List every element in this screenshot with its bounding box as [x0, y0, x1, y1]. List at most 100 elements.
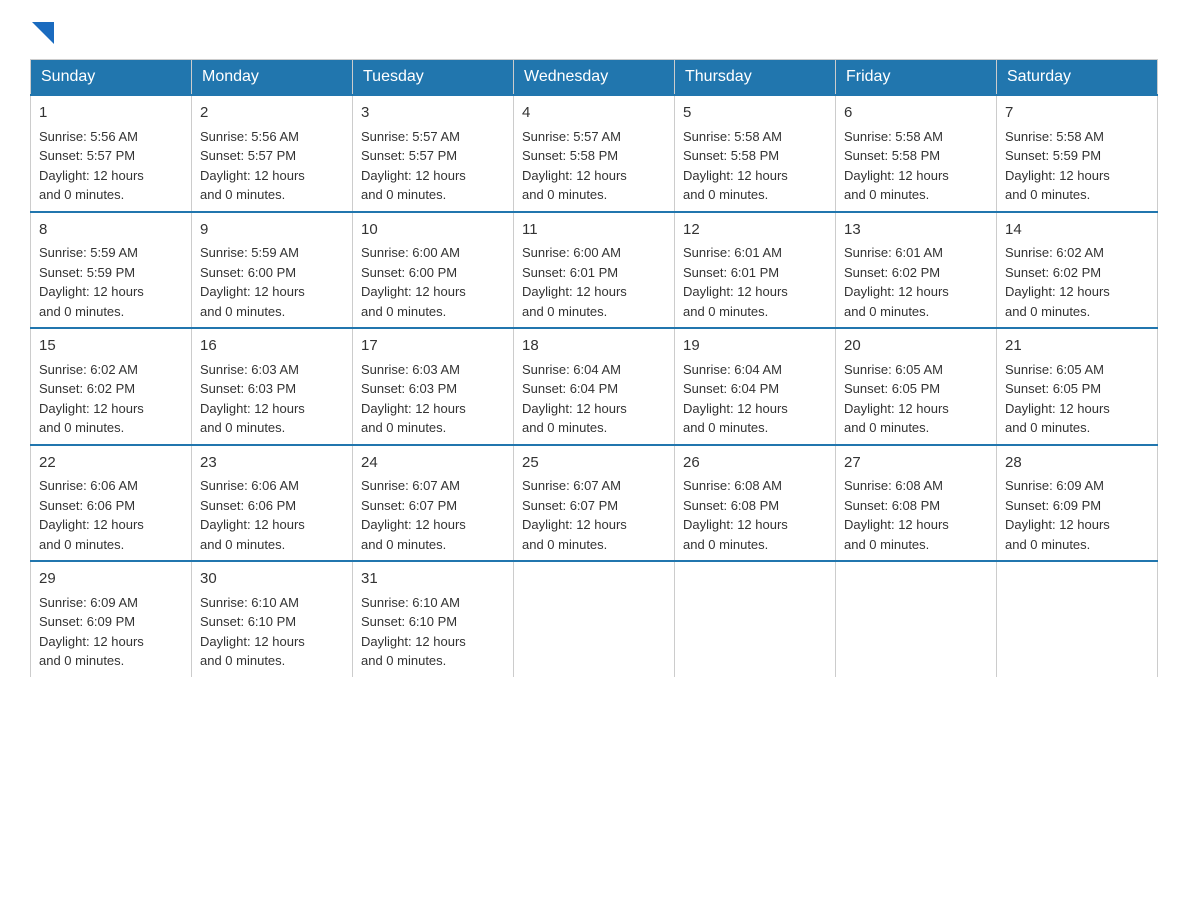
day-number: 12: [683, 219, 827, 242]
day-number: 19: [683, 335, 827, 358]
calendar-cell: 29 Sunrise: 6:09 AMSunset: 6:09 PMDayligh…: [31, 561, 192, 677]
day-number: 30: [200, 568, 344, 591]
cell-info: Sunrise: 6:03 AMSunset: 6:03 PMDaylight:…: [361, 362, 466, 436]
cell-info: Sunrise: 6:04 AMSunset: 6:04 PMDaylight:…: [683, 362, 788, 436]
day-number: 2: [200, 102, 344, 125]
cell-info: Sunrise: 5:56 AMSunset: 5:57 PMDaylight:…: [39, 129, 144, 203]
day-number: 3: [361, 102, 505, 125]
cell-info: Sunrise: 5:57 AMSunset: 5:58 PMDaylight:…: [522, 129, 627, 203]
cell-info: Sunrise: 5:59 AMSunset: 5:59 PMDaylight:…: [39, 245, 144, 319]
day-number: 7: [1005, 102, 1149, 125]
day-number: 11: [522, 219, 666, 242]
cell-info: Sunrise: 6:08 AMSunset: 6:08 PMDaylight:…: [844, 478, 949, 552]
column-header-sunday: Sunday: [31, 60, 192, 96]
cell-info: Sunrise: 6:07 AMSunset: 6:07 PMDaylight:…: [522, 478, 627, 552]
day-number: 27: [844, 452, 988, 475]
cell-info: Sunrise: 6:06 AMSunset: 6:06 PMDaylight:…: [39, 478, 144, 552]
cell-info: Sunrise: 6:01 AMSunset: 6:01 PMDaylight:…: [683, 245, 788, 319]
column-header-monday: Monday: [192, 60, 353, 96]
column-header-saturday: Saturday: [997, 60, 1158, 96]
day-number: 22: [39, 452, 183, 475]
calendar-week-row: 1 Sunrise: 5:56 AMSunset: 5:57 PMDaylight…: [31, 95, 1158, 212]
day-number: 4: [522, 102, 666, 125]
day-number: 5: [683, 102, 827, 125]
calendar-cell: 5 Sunrise: 5:58 AMSunset: 5:58 PMDaylight…: [675, 95, 836, 212]
calendar-cell: 24 Sunrise: 6:07 AMSunset: 6:07 PMDayligh…: [353, 445, 514, 562]
cell-info: Sunrise: 6:05 AMSunset: 6:05 PMDaylight:…: [844, 362, 949, 436]
calendar-cell: 18Sunrise: 6:04 AMSunset: 6:04 PMDayligh…: [514, 328, 675, 445]
page-header: [30, 20, 1158, 49]
calendar-cell: 3 Sunrise: 5:57 AMSunset: 5:57 PMDaylight…: [353, 95, 514, 212]
cell-info: Sunrise: 6:01 AMSunset: 6:02 PMDaylight:…: [844, 245, 949, 319]
calendar-cell: 17 Sunrise: 6:03 AMSunset: 6:03 PMDayligh…: [353, 328, 514, 445]
cell-info: Sunrise: 5:59 AMSunset: 6:00 PMDaylight:…: [200, 245, 305, 319]
cell-info: Sunrise: 6:06 AMSunset: 6:06 PMDaylight:…: [200, 478, 305, 552]
calendar-cell: 1 Sunrise: 5:56 AMSunset: 5:57 PMDaylight…: [31, 95, 192, 212]
calendar-cell: 25Sunrise: 6:07 AMSunset: 6:07 PMDayligh…: [514, 445, 675, 562]
cell-info: Sunrise: 6:02 AMSunset: 6:02 PMDaylight:…: [1005, 245, 1110, 319]
day-number: 16: [200, 335, 344, 358]
column-header-tuesday: Tuesday: [353, 60, 514, 96]
cell-info: Sunrise: 6:05 AMSunset: 6:05 PMDaylight:…: [1005, 362, 1110, 436]
day-number: 18: [522, 335, 666, 358]
day-number: 14: [1005, 219, 1149, 242]
calendar-cell: 4 Sunrise: 5:57 AMSunset: 5:58 PMDaylight…: [514, 95, 675, 212]
calendar-cell: 26Sunrise: 6:08 AMSunset: 6:08 PMDayligh…: [675, 445, 836, 562]
calendar-week-row: 8Sunrise: 5:59 AMSunset: 5:59 PMDaylight…: [31, 212, 1158, 329]
calendar-cell: [514, 561, 675, 677]
calendar-cell: 7 Sunrise: 5:58 AMSunset: 5:59 PMDaylight…: [997, 95, 1158, 212]
cell-info: Sunrise: 5:58 AMSunset: 5:59 PMDaylight:…: [1005, 129, 1110, 203]
cell-info: Sunrise: 6:10 AMSunset: 6:10 PMDaylight:…: [200, 595, 305, 669]
calendar-week-row: 15 Sunrise: 6:02 AMSunset: 6:02 PMDayligh…: [31, 328, 1158, 445]
calendar-cell: 21 Sunrise: 6:05 AMSunset: 6:05 PMDayligh…: [997, 328, 1158, 445]
calendar-cell: 23 Sunrise: 6:06 AMSunset: 6:06 PMDayligh…: [192, 445, 353, 562]
day-number: 1: [39, 102, 183, 125]
calendar-cell: [836, 561, 997, 677]
cell-info: Sunrise: 6:00 AMSunset: 6:00 PMDaylight:…: [361, 245, 466, 319]
day-number: 6: [844, 102, 988, 125]
calendar-cell: 30 Sunrise: 6:10 AMSunset: 6:10 PMDayligh…: [192, 561, 353, 677]
calendar-cell: 22 Sunrise: 6:06 AMSunset: 6:06 PMDayligh…: [31, 445, 192, 562]
column-header-wednesday: Wednesday: [514, 60, 675, 96]
calendar-cell: [675, 561, 836, 677]
day-number: 9: [200, 219, 344, 242]
cell-info: Sunrise: 6:00 AMSunset: 6:01 PMDaylight:…: [522, 245, 627, 319]
day-number: 13: [844, 219, 988, 242]
cell-info: Sunrise: 6:07 AMSunset: 6:07 PMDaylight:…: [361, 478, 466, 552]
calendar-cell: 19 Sunrise: 6:04 AMSunset: 6:04 PMDayligh…: [675, 328, 836, 445]
calendar-cell: 8Sunrise: 5:59 AMSunset: 5:59 PMDaylight…: [31, 212, 192, 329]
logo-triangle-icon: [32, 22, 54, 44]
day-number: 28: [1005, 452, 1149, 475]
calendar-cell: 12 Sunrise: 6:01 AMSunset: 6:01 PMDayligh…: [675, 212, 836, 329]
calendar-cell: 11 Sunrise: 6:00 AMSunset: 6:01 PMDayligh…: [514, 212, 675, 329]
day-number: 21: [1005, 335, 1149, 358]
calendar-week-row: 22 Sunrise: 6:06 AMSunset: 6:06 PMDayligh…: [31, 445, 1158, 562]
day-number: 29: [39, 568, 183, 591]
logo: [30, 20, 54, 49]
cell-info: Sunrise: 6:02 AMSunset: 6:02 PMDaylight:…: [39, 362, 144, 436]
calendar-cell: 14 Sunrise: 6:02 AMSunset: 6:02 PMDayligh…: [997, 212, 1158, 329]
cell-info: Sunrise: 6:09 AMSunset: 6:09 PMDaylight:…: [39, 595, 144, 669]
calendar-week-row: 29 Sunrise: 6:09 AMSunset: 6:09 PMDayligh…: [31, 561, 1158, 677]
calendar-cell: 2 Sunrise: 5:56 AMSunset: 5:57 PMDaylight…: [192, 95, 353, 212]
day-number: 15: [39, 335, 183, 358]
column-header-thursday: Thursday: [675, 60, 836, 96]
calendar-cell: 6 Sunrise: 5:58 AMSunset: 5:58 PMDaylight…: [836, 95, 997, 212]
cell-info: Sunrise: 5:56 AMSunset: 5:57 PMDaylight:…: [200, 129, 305, 203]
day-number: 20: [844, 335, 988, 358]
calendar-cell: [997, 561, 1158, 677]
column-header-friday: Friday: [836, 60, 997, 96]
calendar-cell: 9 Sunrise: 5:59 AMSunset: 6:00 PMDaylight…: [192, 212, 353, 329]
calendar-cell: 27 Sunrise: 6:08 AMSunset: 6:08 PMDayligh…: [836, 445, 997, 562]
calendar-cell: 16Sunrise: 6:03 AMSunset: 6:03 PMDayligh…: [192, 328, 353, 445]
calendar-cell: 13 Sunrise: 6:01 AMSunset: 6:02 PMDayligh…: [836, 212, 997, 329]
calendar-table: SundayMondayTuesdayWednesdayThursdayFrid…: [30, 59, 1158, 677]
cell-info: Sunrise: 5:57 AMSunset: 5:57 PMDaylight:…: [361, 129, 466, 203]
day-number: 17: [361, 335, 505, 358]
cell-info: Sunrise: 5:58 AMSunset: 5:58 PMDaylight:…: [683, 129, 788, 203]
calendar-cell: 10Sunrise: 6:00 AMSunset: 6:00 PMDayligh…: [353, 212, 514, 329]
day-number: 23: [200, 452, 344, 475]
calendar-cell: 15 Sunrise: 6:02 AMSunset: 6:02 PMDayligh…: [31, 328, 192, 445]
cell-info: Sunrise: 5:58 AMSunset: 5:58 PMDaylight:…: [844, 129, 949, 203]
day-number: 24: [361, 452, 505, 475]
